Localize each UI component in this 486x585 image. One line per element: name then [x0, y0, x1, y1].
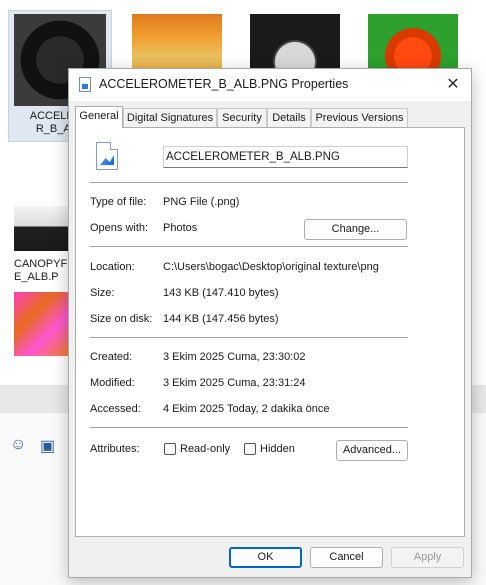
created-value: 3 Ekim 2025 Cuma, 23:30:02: [163, 351, 306, 363]
tab-previous-versions[interactable]: Previous Versions: [311, 108, 408, 127]
image-file-icon: [96, 142, 118, 170]
hidden-checkbox[interactable]: [244, 443, 256, 455]
tab-digital-signatures[interactable]: Digital Signatures: [123, 108, 217, 127]
thumbnail-green-gauge[interactable]: [368, 14, 458, 74]
divider: [90, 427, 408, 428]
thumbnail-pink-texture[interactable]: [14, 292, 68, 356]
modified-value: 3 Ekim 2025 Cuma, 23:31:24: [163, 377, 306, 389]
change-button[interactable]: Change...: [304, 219, 407, 240]
emoji-icon[interactable]: ☺: [10, 436, 26, 454]
read-only-checkbox[interactable]: [164, 443, 176, 455]
thumbnail-gauge-knots[interactable]: [250, 14, 340, 74]
type-of-file-label: Type of file:: [90, 196, 147, 208]
tab-details[interactable]: Details: [267, 108, 311, 127]
image-icon[interactable]: ▣: [40, 436, 55, 456]
modified-label: Modified:: [90, 377, 135, 389]
general-tab-panel: ACCELEROMETER_B_ALB.PNG Type of file: PN…: [75, 127, 465, 537]
size-on-disk-value: 144 KB (147.456 bytes): [163, 313, 279, 325]
attributes-label: Attributes:: [90, 443, 140, 455]
png-file-icon: [79, 77, 91, 92]
properties-dialog: ACCELEROMETER_B_ALB.PNG Properties ✕ Gen…: [68, 68, 472, 578]
type-of-file-value: PNG File (.png): [163, 196, 240, 208]
hidden-label[interactable]: Hidden: [260, 443, 295, 455]
dialog-title: ACCELEROMETER_B_ALB.PNG Properties: [99, 77, 349, 91]
divider: [90, 182, 408, 183]
accessed-value: 4 Ekim 2025 Today, 2 dakika önce: [163, 403, 330, 415]
opens-with-label: Opens with:: [90, 222, 149, 234]
opens-with-value: Photos: [163, 222, 198, 234]
location-label: Location:: [90, 261, 135, 273]
thumbnail-label: CANOPYF E_ALB.P: [14, 258, 68, 283]
location-value: C:\Users\bogac\Desktop\original texture\…: [163, 261, 379, 273]
size-label: Size:: [90, 287, 115, 299]
thumbnail-orange-texture[interactable]: [132, 14, 222, 74]
close-icon: ✕: [446, 76, 460, 93]
read-only-label[interactable]: Read-only: [180, 443, 230, 455]
dialog-title-bar[interactable]: ACCELEROMETER_B_ALB.PNG Properties ✕: [69, 69, 471, 101]
ok-button[interactable]: OK: [229, 547, 302, 568]
divider: [90, 337, 408, 338]
accessed-label: Accessed:: [90, 403, 141, 415]
apply-button[interactable]: Apply: [391, 547, 464, 568]
file-name-field[interactable]: ACCELEROMETER_B_ALB.PNG: [163, 146, 408, 168]
tab-general[interactable]: General: [75, 106, 123, 128]
cancel-button[interactable]: Cancel: [310, 547, 383, 568]
close-button[interactable]: ✕: [441, 73, 465, 97]
size-on-disk-label: Size on disk:: [90, 313, 153, 325]
tab-security[interactable]: Security: [217, 108, 267, 127]
divider: [90, 246, 408, 247]
advanced-button[interactable]: Advanced...: [336, 440, 408, 461]
created-label: Created:: [90, 351, 133, 363]
size-value: 143 KB (147.410 bytes): [163, 287, 279, 299]
